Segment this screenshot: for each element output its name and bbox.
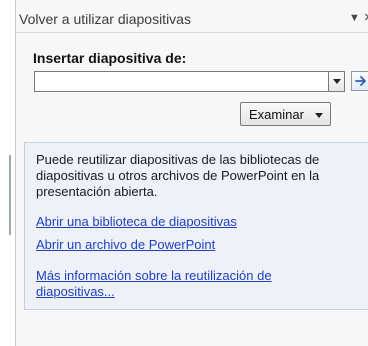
dropdown-arrow-icon — [332, 79, 341, 84]
more-info-reuse-link[interactable]: Más información sobre la reutilización d… — [36, 268, 336, 300]
arrow-right-icon — [354, 76, 366, 86]
open-slide-library-link[interactable]: Abrir una biblioteca de diapositivas — [36, 214, 237, 230]
browse-button[interactable]: Examinar — [240, 102, 331, 126]
close-icon[interactable]: × — [364, 9, 368, 26]
insert-slide-from-label: Insertar diapositiva de: — [33, 50, 187, 66]
reuse-slides-pane: Volver a utilizar diapositivas ▼ × Inser… — [15, 0, 368, 346]
info-panel: Puede reutilizar diapositivas de las bib… — [24, 142, 368, 310]
combobox-dropdown-button[interactable] — [328, 72, 344, 91]
open-powerpoint-file-link[interactable]: Abrir un archivo de PowerPoint — [36, 237, 215, 253]
chevron-down-icon — [315, 113, 323, 118]
pane-options-chevron-down-icon[interactable]: ▼ — [349, 12, 360, 24]
pane-header: Volver a utilizar diapositivas ▼ × — [16, 8, 368, 30]
insert-slide-from-combobox[interactable] — [34, 71, 345, 92]
insert-slide-from-input[interactable] — [35, 72, 323, 91]
window-edge-divider — [9, 155, 11, 235]
info-description: Puede reutilizar diapositivas de las bib… — [36, 152, 320, 199]
browse-button-label: Examinar — [249, 107, 304, 122]
go-button[interactable] — [351, 71, 368, 91]
header-divider — [16, 32, 368, 33]
pane-title: Volver a utilizar diapositivas — [19, 11, 191, 27]
